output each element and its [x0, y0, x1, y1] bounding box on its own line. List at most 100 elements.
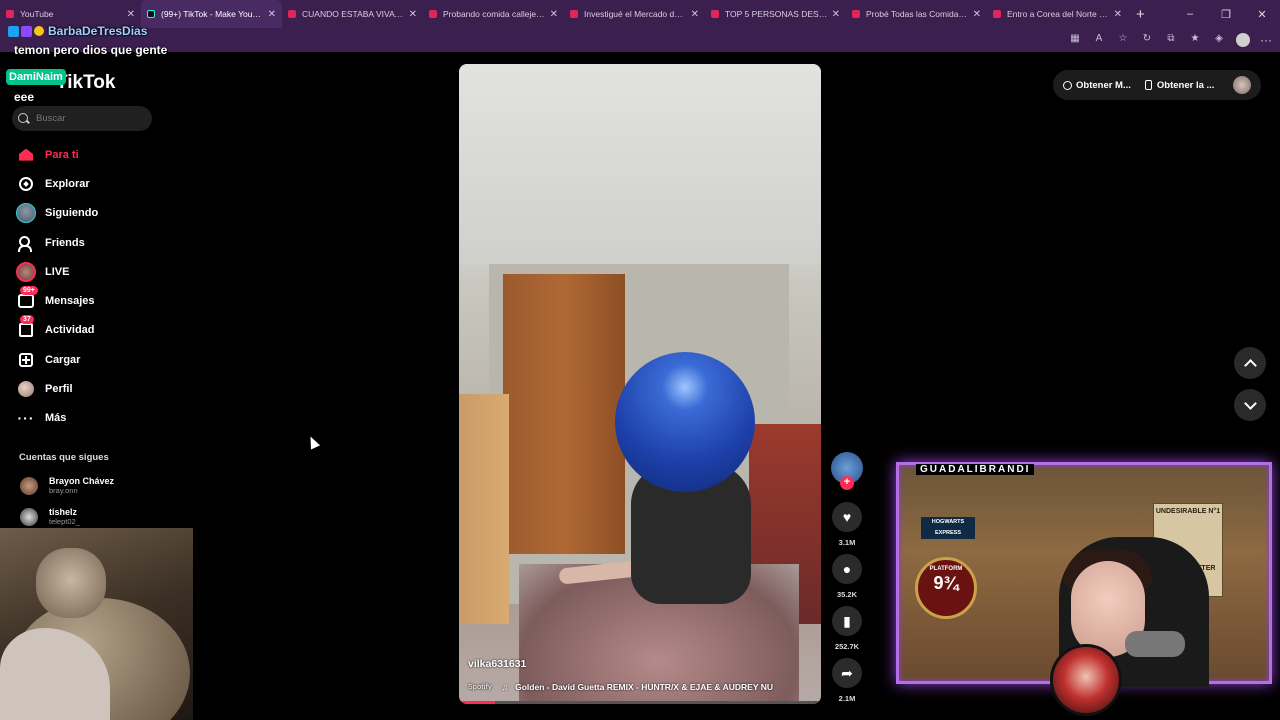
video-ball [615, 352, 755, 492]
youtube-icon [711, 10, 719, 18]
sidebar-item-friends[interactable]: Friends [14, 228, 164, 257]
next-video-button[interactable] [1234, 389, 1266, 421]
browser-tab[interactable]: Entro a Corea del Norte - Yo ✕ [987, 0, 1128, 28]
badge-icon [8, 25, 19, 37]
tiktok-icon [147, 10, 155, 18]
mouse-cursor [305, 434, 321, 450]
share-button[interactable]: ➦ 2.1M [830, 658, 864, 703]
save-count: 252.7K [834, 642, 860, 651]
video-username[interactable]: vilka631631 [468, 658, 526, 670]
close-tab-icon[interactable]: ✕ [973, 9, 981, 20]
previous-video-button[interactable] [1234, 347, 1266, 379]
following-account[interactable]: Brayon Chávez bray.onn [20, 476, 114, 495]
music-title: Golden - David Guetta REMIX - HUNTR/X & … [515, 682, 773, 692]
spotify-label: Spotify [468, 683, 492, 691]
browser-tab-active[interactable]: (99+) TikTok - Make Your Day ✕ [141, 0, 282, 28]
refresh-icon[interactable]: ↻ [1138, 33, 1156, 47]
browser-toolbar: ▦ A ☆ ↻ ⧉ ★ ◈ ··· [0, 28, 1280, 52]
minimize-button[interactable]: – [1172, 8, 1208, 20]
like-button[interactable]: ♥ 3.1M [830, 502, 864, 547]
extensions-icon[interactable]: ⧉ [1162, 33, 1180, 47]
activity-icon [19, 323, 33, 338]
get-coins-button[interactable]: Obtener M... [1063, 80, 1131, 91]
maximize-button[interactable]: ❐ [1208, 8, 1244, 21]
share-icon: ➦ [832, 658, 862, 688]
compass-icon [19, 176, 33, 191]
browser-tab-strip: YouTube ✕ (99+) TikTok - Make Your Day ✕ C… [0, 0, 1280, 28]
sidebar-item-mas[interactable]: ··· Más [14, 404, 164, 433]
youtube-icon [429, 10, 437, 18]
favorites-icon[interactable]: ★ [1186, 33, 1204, 47]
browser-tab[interactable]: CUANDO ESTABA VIVA a NA ✕ [282, 0, 423, 28]
sidebar-item-live[interactable]: LIVE [14, 257, 164, 286]
youtube-icon [288, 10, 296, 18]
close-window-button[interactable]: ✕ [1244, 8, 1280, 21]
sidebar-item-perfil[interactable]: Perfil [14, 374, 164, 403]
youtube-icon [852, 10, 860, 18]
phone-icon [1144, 80, 1152, 90]
close-tab-icon[interactable]: ✕ [550, 9, 558, 20]
sidebar-item-para-ti[interactable]: Para ti [14, 140, 164, 169]
translate-icon[interactable]: A [1090, 33, 1108, 47]
stream-avatar [1050, 644, 1122, 716]
share-count: 2.1M [838, 694, 856, 703]
star-icon[interactable]: ☆ [1114, 33, 1132, 47]
save-button[interactable]: ▮ 252.7K [830, 606, 864, 651]
youtube-icon [6, 10, 14, 18]
search-input[interactable] [36, 113, 146, 124]
close-tab-icon[interactable]: ✕ [409, 9, 417, 20]
creator-avatar[interactable]: + [831, 452, 863, 490]
notification-badge: 37 [20, 315, 34, 325]
video-music[interactable]: Spotify ♫ Golden - David Guetta REMIX - … [468, 682, 773, 692]
avatar [20, 476, 38, 495]
chat-line: BarbaDeTresDias [8, 24, 147, 38]
browser-tab[interactable]: Probando comida callejera e ✕ [423, 0, 564, 28]
video-wardrobe [503, 274, 625, 554]
search-box[interactable] [12, 106, 152, 131]
close-tab-icon[interactable]: ✕ [832, 9, 840, 20]
shield-icon[interactable]: ◈ [1210, 33, 1228, 47]
sidebar-nav: Para ti Explorar Siguiendo Friends LIVE … [14, 140, 164, 433]
comment-button[interactable]: ● 35.2K [830, 554, 864, 599]
browser-tab[interactable]: Investigué el Mercado de Ar ✕ [564, 0, 705, 28]
browser-tab[interactable]: Probé Todas las Comidas XX ✕ [846, 0, 987, 28]
video-progress-fill [459, 701, 496, 704]
more-icon[interactable]: ··· [1260, 33, 1272, 47]
follow-plus-icon[interactable]: + [840, 476, 854, 490]
badge-icon [21, 25, 32, 37]
comment-count: 35.2K [836, 590, 857, 599]
platform-sign: PLATFORM 9¾ [915, 557, 977, 619]
screen: YouTube ✕ (99+) TikTok - Make Your Day ✕ C… [0, 0, 1280, 720]
sidebar-item-mensajes[interactable]: 99+ Mensajes [14, 286, 164, 315]
video-progress[interactable] [459, 701, 821, 704]
search-icon [18, 112, 30, 125]
badge-icon [34, 26, 44, 36]
get-app-button[interactable]: Obtener la ... [1144, 80, 1214, 91]
sidebar-item-actividad[interactable]: 37 Actividad [14, 315, 164, 345]
webcam-label: GUADALIBRANDI [916, 464, 1035, 475]
message-icon [18, 294, 34, 309]
youtube-icon [993, 10, 1001, 18]
sidebar-item-siguiendo[interactable]: Siguiendo [14, 199, 164, 228]
close-tab-icon[interactable]: ✕ [1114, 9, 1122, 20]
browser-tab[interactable]: TOP 5 PERSONAS DESINFOR✕ [705, 0, 846, 28]
new-tab-button[interactable]: + [1136, 6, 1145, 23]
sidebar-item-explorar[interactable]: Explorar [14, 169, 164, 198]
chat-username: DamiNaim [6, 69, 66, 85]
app-icon[interactable]: ▦ [1066, 33, 1084, 47]
following-account[interactable]: tishelz telept02_ [20, 507, 80, 526]
heart-icon: ♥ [832, 502, 862, 532]
user-avatar[interactable] [1233, 76, 1251, 94]
following-section-title: Cuentas que sigues [19, 452, 109, 463]
chat-message: eee [14, 90, 35, 104]
more-icon: ··· [17, 410, 35, 427]
profile-icon [18, 381, 34, 398]
video-actions: + ♥ 3.1M ● 35.2K ▮ 252.7K ➦ 2.1M [830, 452, 864, 703]
close-tab-icon[interactable]: ✕ [268, 9, 276, 20]
profile-avatar[interactable] [1236, 33, 1250, 47]
video-ceiling [459, 64, 821, 264]
video-player[interactable]: vilka631631 Spotify ♫ Golden - David Gue… [459, 64, 821, 704]
close-tab-icon[interactable]: ✕ [127, 9, 135, 20]
sidebar-item-cargar[interactable]: Cargar [14, 345, 164, 374]
close-tab-icon[interactable]: ✕ [691, 9, 699, 20]
